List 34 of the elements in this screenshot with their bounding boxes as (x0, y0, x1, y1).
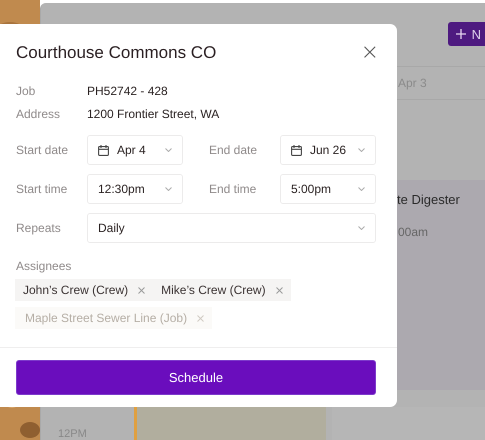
event-title: te Digester (397, 192, 460, 207)
dialog-title: Courthouse Commons CO (16, 43, 216, 63)
end-time-dropdown[interactable]: 5:00pm (280, 174, 376, 204)
assignee-chip[interactable]: Mike’s Crew (Crew) (153, 279, 291, 301)
field-label: End date (209, 143, 258, 157)
start-time-dropdown[interactable]: 12:30pm (87, 174, 183, 204)
schedule-button[interactable]: Schedule (16, 360, 376, 395)
new-button[interactable]: N (448, 22, 485, 46)
chevron-icon (358, 226, 365, 230)
end-date-dropdown[interactable]: Jun 26 (280, 135, 376, 165)
field-label: Job (16, 84, 36, 98)
remove-icon[interactable] (197, 314, 204, 322)
remove-icon[interactable] (276, 286, 283, 294)
plus-icon (456, 29, 466, 39)
repeats-dropdown[interactable]: Daily (87, 213, 376, 243)
remove-icon[interactable] (138, 286, 146, 294)
field-label: Start time (16, 182, 68, 196)
field-label: Start date (16, 143, 70, 157)
chevron-icon (358, 148, 365, 152)
calendar-icon (98, 144, 109, 156)
assignee-chip[interactable]: John’s Crew (Crew) (15, 279, 154, 301)
chevron-icon (165, 148, 172, 152)
chevron-icon (358, 187, 365, 191)
start-date-dropdown[interactable]: Apr 4 (87, 135, 183, 165)
field-value: PH52742 - 428 (87, 84, 168, 98)
chevron-icon (165, 187, 172, 191)
field-label: Repeats (16, 221, 62, 235)
calendar-icon (291, 144, 302, 156)
field-value: 1200 Frontier Street, WA (87, 106, 220, 120)
field-label: Address (16, 106, 62, 120)
assignees-label: Assignees (16, 259, 72, 273)
field-label: End time (209, 182, 258, 196)
event-time: 00am (398, 225, 428, 239)
close-button[interactable]: × (360, 43, 379, 63)
